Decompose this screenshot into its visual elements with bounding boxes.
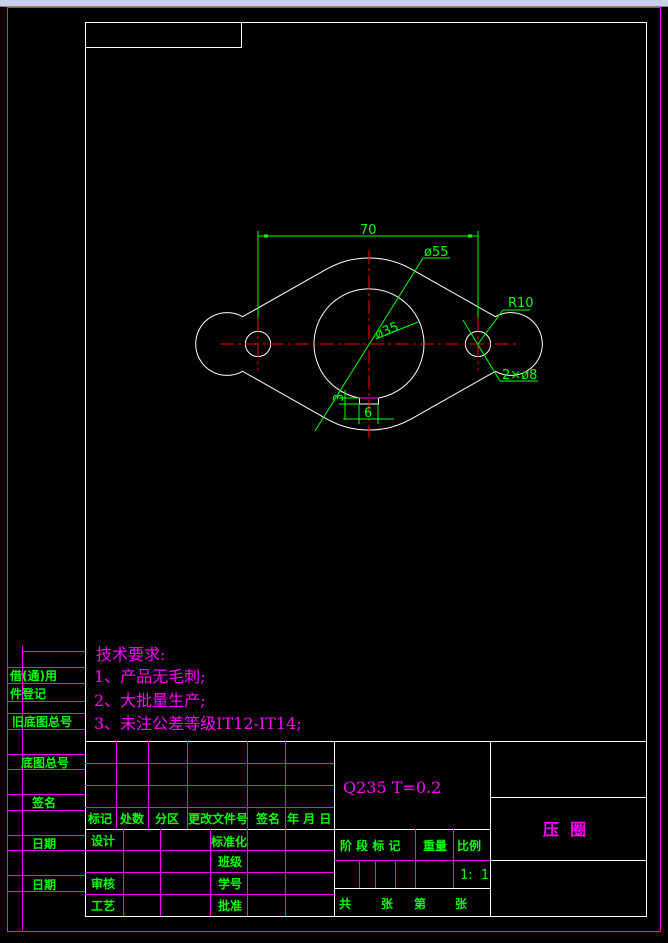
weight-header: 重量	[423, 838, 447, 853]
left-label-date-2: 日期	[32, 877, 56, 892]
left-label-drawing-no: 底图总号	[21, 755, 69, 770]
dim-ear-radius: R10	[508, 296, 534, 311]
label-process: 工艺	[91, 898, 115, 913]
tech-req-item-2: 2、大批量生产;	[94, 691, 206, 710]
rev-header-count: 处数	[119, 811, 145, 826]
left-label-borrowed: 借(通)用	[9, 668, 57, 683]
cad-drawing-canvas[interactable]: 借(通)用 件登记 旧底图总号 底图总号 签名 日期 日期 70 ø55 ø35…	[0, 0, 668, 943]
sheet-total-label: 共	[339, 896, 351, 911]
sheet-current-unit: 张	[455, 896, 468, 911]
dim-outer-diameter: ø55	[424, 245, 449, 260]
rev-header-zone: 分区	[155, 811, 179, 826]
label-student-no: 学号	[218, 876, 242, 891]
label-class: 班级	[218, 854, 242, 869]
sheet-total-unit: 张	[381, 896, 394, 911]
left-label-old-drawing-no: 旧底图总号	[12, 714, 72, 729]
stage-mark-header: 阶 段 标 记	[340, 838, 401, 853]
tech-req-item-1: 1、产品无毛刺;	[94, 667, 206, 686]
dim-notch-depth: 3	[332, 394, 347, 402]
dim-notch-width: 6	[364, 406, 372, 421]
rev-header-mark: 标记	[87, 811, 112, 826]
rev-header-signature: 签名	[255, 811, 280, 826]
sheet-current-label: 第	[414, 896, 426, 911]
rev-header-date: 年 月 日	[287, 811, 331, 826]
material-spec: Q235 T=0.2	[343, 778, 441, 797]
left-label-signature: 签名	[31, 795, 56, 810]
left-label-date-1: 日期	[32, 836, 56, 851]
top-left-box	[85, 22, 242, 48]
left-label-register: 件登记	[10, 686, 46, 701]
scale-value: 1: 1	[460, 868, 489, 883]
part-name: 压 圈	[543, 820, 586, 839]
tech-req-title: 技术要求:	[96, 645, 165, 664]
label-standardization: 标准化	[210, 834, 247, 849]
rev-header-change-doc: 更改文件号	[188, 811, 248, 826]
label-approve: 批准	[218, 898, 242, 913]
label-design: 设计	[91, 833, 115, 848]
label-review: 审核	[91, 876, 115, 891]
dim-inner-diameter: ø35	[373, 320, 401, 343]
dim-hole-diameter: 2×ø8	[502, 368, 537, 383]
dim-width-70: 70	[360, 223, 377, 238]
scale-header: 比例	[457, 838, 481, 853]
tech-req-item-3: 3、未注公差等级IT12-IT14;	[94, 714, 302, 733]
